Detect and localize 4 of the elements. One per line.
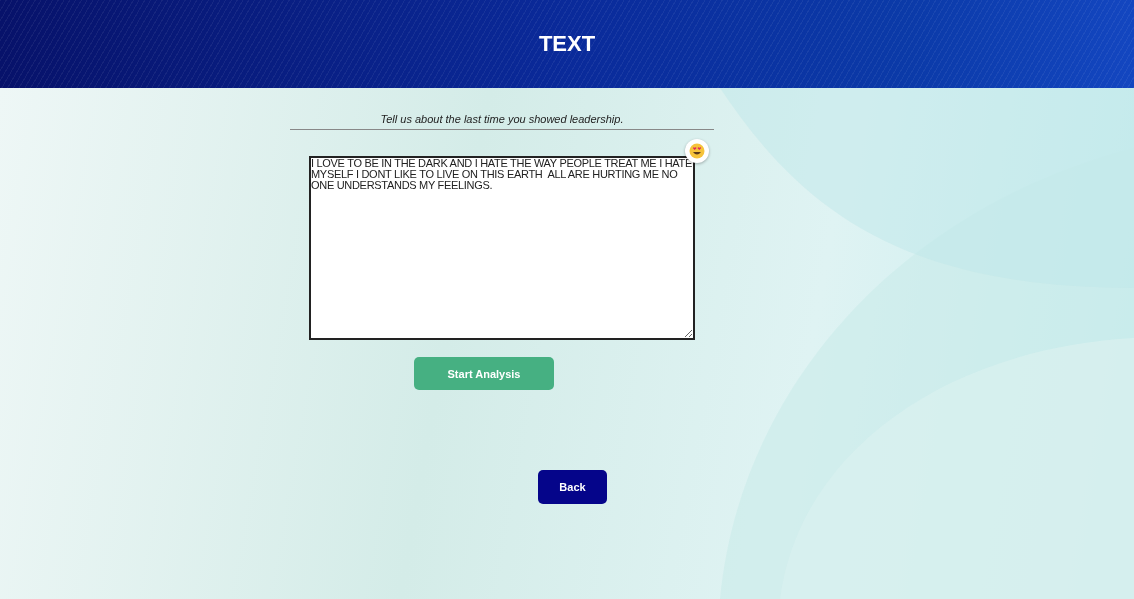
question-text: Tell us about the last time you showed leadership.: [290, 113, 714, 130]
page-title: TEXT: [538, 31, 596, 57]
back-button[interactable]: Back: [538, 470, 607, 504]
answer-field[interactable]: I LOVE TO BE IN THE DARK AND I HATE THE WAY PEOPLE TREAT ME I HATE MYSELF I DONT LIKE TO LIVE ON THIS EARTH ALL ARE HURTING ME NO ONE UNDERSTANDS MY FEELINGS.: [309, 156, 695, 340]
